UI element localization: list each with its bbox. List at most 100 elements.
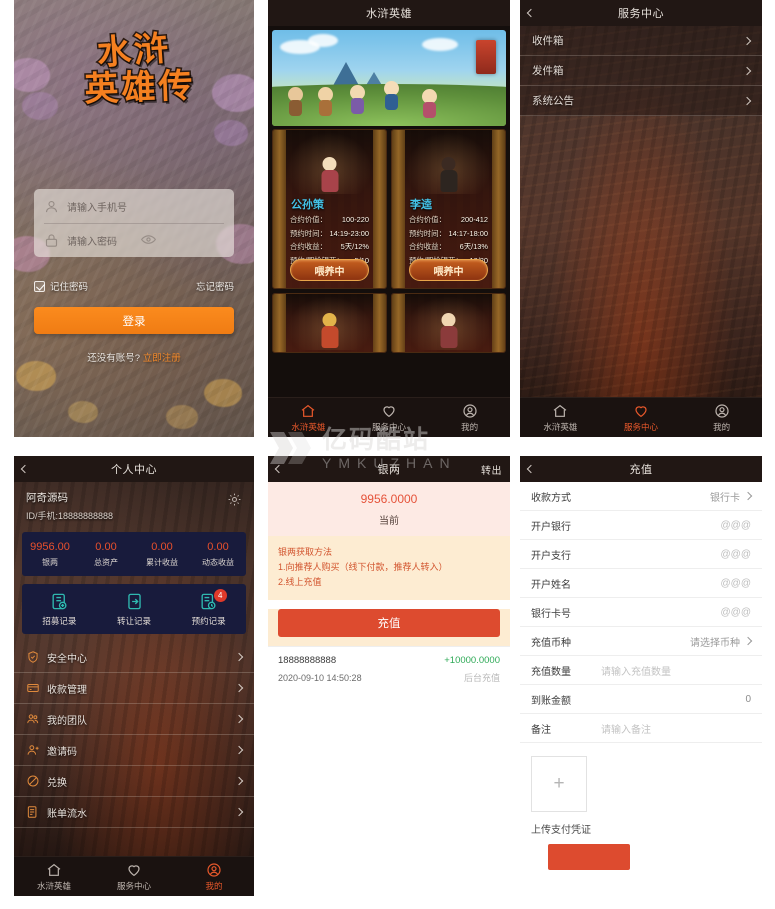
feed-button[interactable]: 喂养中 — [409, 259, 488, 281]
tab-label: 我的 — [205, 880, 223, 891]
form-row-amount[interactable]: 充值数量 请输入充值数量 — [520, 656, 762, 685]
tab-service[interactable]: 服务中心 — [601, 398, 682, 437]
toggle-password-visibility-icon[interactable] — [141, 233, 156, 246]
stat-cell: 0.00 总资产 — [78, 541, 134, 568]
signup-link[interactable]: 立即注册 — [143, 353, 181, 364]
exchange-icon — [27, 775, 39, 787]
menu-item-payment-management[interactable]: 收款管理 — [14, 673, 254, 704]
login-form: 请输入手机号 请输入密码 — [34, 189, 234, 257]
hero-figure — [440, 157, 457, 192]
service-item-outbox[interactable]: 发件箱 — [520, 56, 762, 86]
form-row-currency[interactable]: 充值币种 请选择币种 — [520, 627, 762, 656]
tab-service[interactable]: 服务中心 — [349, 398, 430, 437]
service-item-announcements[interactable]: 系统公告 — [520, 86, 762, 116]
hero-name: 李逵 — [410, 199, 432, 211]
form-row-branch: 开户支行 @@@ — [520, 540, 762, 569]
stat-label: 合约价值： — [290, 215, 327, 224]
tab-profile[interactable]: 我的 — [429, 398, 510, 437]
info-line-1: 1.向推荐人购买（线下付款，推荐人转入） — [278, 562, 448, 572]
back-button[interactable] — [274, 456, 284, 482]
form-row-note[interactable]: 备注 请输入备注 — [520, 714, 762, 743]
remember-password-checkbox[interactable]: 记住密码 — [34, 279, 88, 293]
service-center-screen: 服务中心 收件箱 发件箱 系统公告 水浒英雄 服务中心 我的 — [520, 0, 762, 437]
chevron-left-icon — [274, 464, 284, 474]
transfer-record-icon — [127, 593, 141, 609]
back-button[interactable] — [20, 456, 30, 482]
home-icon — [301, 404, 315, 417]
recharge-screen: 充值 收款方式 银行卡 开户银行 @@@ 开户支行 @@@ 开户姓名 @@@ 银… — [520, 456, 762, 896]
row-label: 开户支行 — [531, 550, 571, 562]
form-row-account-name: 开户姓名 @@@ — [520, 569, 762, 598]
card-hero-art — [406, 132, 491, 194]
upload-image-button[interactable]: + — [531, 756, 587, 812]
menu-item-invite-code[interactable]: 邀请码 — [14, 735, 254, 766]
card-frame-left — [392, 130, 405, 288]
heart-icon — [383, 405, 395, 417]
recharge-button[interactable]: 充值 — [278, 609, 500, 637]
profile-menu-list: 安全中心 收款管理 我的团队 邀请码 兑换 账单流水 — [14, 642, 254, 828]
contract-card[interactable] — [391, 293, 506, 353]
menu-item-bill-records[interactable]: 账单流水 — [14, 797, 254, 828]
user-id: ID/手机:18888888888 — [26, 511, 114, 521]
heart-icon — [128, 864, 140, 876]
back-button[interactable] — [526, 456, 536, 482]
tab-home[interactable]: 水浒英雄 — [268, 398, 349, 437]
note-input[interactable]: 请输入备注 — [601, 721, 651, 736]
quick-action-recruit-records[interactable]: 招募记录 — [22, 592, 97, 627]
service-item-inbox[interactable]: 收件箱 — [520, 26, 762, 56]
stat-label: 总资产 — [94, 557, 118, 567]
row-value-text: 请选择币种 — [690, 637, 740, 649]
gear-icon[interactable] — [227, 492, 242, 507]
chevron-left-icon — [526, 8, 536, 18]
info-panel: 银两获取方法 1.向推荐人购买（线下付款，推荐人转入） 2.线上充值 — [268, 536, 510, 600]
contract-card[interactable]: 公孙策 合约价值： 100-220 预约时间： 14:19-23:00 合约收益… — [272, 129, 387, 289]
card-hero-art — [287, 296, 372, 350]
quick-action-transfer-records[interactable]: 转让记录 — [97, 592, 172, 627]
banner-flag — [476, 40, 496, 74]
phone-field[interactable]: 请输入手机号 — [34, 189, 234, 223]
service-item-label: 系统公告 — [532, 95, 574, 107]
form-row-payment-method[interactable]: 收款方式 银行卡 — [520, 482, 762, 511]
chevron-right-icon — [742, 96, 752, 105]
tab-label: 水浒英雄 — [543, 421, 578, 432]
contract-card[interactable]: 李逵 合约价值： 200-412 预约时间： 14:17-18:00 合约收益： — [391, 129, 506, 289]
stat-label: 银两 — [42, 557, 58, 567]
back-button[interactable] — [526, 0, 536, 26]
stat-row: 合约收益： 6天/13% — [409, 240, 488, 254]
feed-button[interactable]: 喂养中 — [290, 259, 369, 281]
row-label: 到账金额 — [531, 695, 571, 707]
tab-label: 我的 — [713, 421, 731, 432]
tab-label: 服务中心 — [624, 421, 659, 432]
tab-profile[interactable]: 我的 — [681, 398, 762, 437]
transaction-row[interactable]: 18888888888 +10000.0000 2020-09-10 14:50… — [268, 646, 510, 693]
lock-icon — [45, 233, 58, 247]
checkbox-icon — [34, 280, 45, 292]
tab-home[interactable]: 水浒英雄 — [520, 398, 601, 437]
password-field[interactable]: 请输入密码 — [34, 223, 234, 257]
menu-item-security-center[interactable]: 安全中心 — [14, 642, 254, 673]
login-button[interactable]: 登录 — [34, 307, 234, 334]
contract-card[interactable] — [272, 293, 387, 353]
profile-title: 个人中心 — [111, 464, 157, 476]
info-title: 银两获取方法 — [278, 547, 333, 557]
forgot-password-link[interactable]: 忘记密码 — [196, 279, 234, 293]
bottom-tabbar: 水浒英雄 服务中心 我的 — [14, 856, 254, 896]
hero-name: 公孙策 — [291, 199, 324, 211]
tab-home[interactable]: 水浒英雄 — [14, 857, 94, 896]
service-item-label: 发件箱 — [532, 65, 564, 77]
tab-service[interactable]: 服务中心 — [94, 857, 174, 896]
row-value-text: 银行卡 — [710, 492, 740, 504]
menu-item-my-team[interactable]: 我的团队 — [14, 704, 254, 735]
recharge-button-wrap: 充值 — [268, 609, 510, 646]
stat-value: 0.00 — [151, 540, 173, 553]
quick-action-reservation-records[interactable]: 4 预约记录 — [171, 588, 246, 627]
quick-action-label: 招募记录 — [42, 615, 77, 626]
transfer-out-button[interactable]: 转出 — [481, 456, 502, 482]
recruit-record-icon — [52, 593, 67, 609]
tab-profile[interactable]: 我的 — [174, 857, 254, 896]
amount-input[interactable]: 请输入充值数量 — [601, 663, 671, 678]
submit-button[interactable] — [548, 844, 630, 870]
menu-item-label: 账单流水 — [47, 808, 87, 820]
menu-item-exchange[interactable]: 兑换 — [14, 766, 254, 797]
person-icon — [715, 403, 729, 418]
